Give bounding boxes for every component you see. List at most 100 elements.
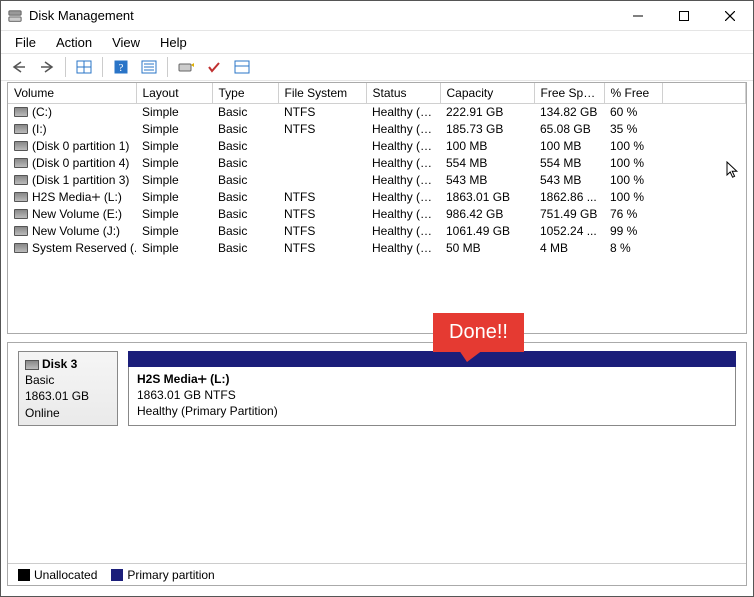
cell-pct: 100 % bbox=[604, 138, 662, 155]
cell-volume-text: H2S Media🞣 (L:) bbox=[32, 190, 122, 205]
table-row[interactable]: New Volume (J:)SimpleBasicNTFSHealthy (P… bbox=[8, 223, 746, 240]
done-callout: Done!! bbox=[433, 313, 524, 352]
window-title: Disk Management bbox=[29, 8, 615, 23]
cell-volume-text: (Disk 0 partition 1) bbox=[32, 139, 129, 153]
menu-action[interactable]: Action bbox=[46, 33, 102, 52]
forward-button[interactable] bbox=[35, 56, 59, 78]
help-button[interactable]: ? bbox=[109, 56, 133, 78]
cell-spacer bbox=[662, 121, 746, 138]
table-row[interactable]: (C:)SimpleBasicNTFSHealthy (B...222.91 G… bbox=[8, 103, 746, 121]
table-row[interactable]: (I:)SimpleBasicNTFSHealthy (P...185.73 G… bbox=[8, 121, 746, 138]
cell-status: Healthy (R... bbox=[366, 155, 440, 172]
cell-fs: NTFS bbox=[278, 189, 366, 206]
cell-spacer bbox=[662, 189, 746, 206]
cell-type: Basic bbox=[212, 223, 278, 240]
cell-free: 1862.86 ... bbox=[534, 189, 604, 206]
table-row[interactable]: New Volume (E:)SimpleBasicNTFSHealthy (P… bbox=[8, 206, 746, 223]
cell-layout: Simple bbox=[136, 103, 212, 121]
view-settings-button[interactable] bbox=[72, 56, 96, 78]
volumes-table[interactable]: Volume Layout Type File System Status Ca… bbox=[7, 82, 747, 334]
cell-free: 134.82 GB bbox=[534, 103, 604, 121]
disk-map: Disk 3 Basic 1863.01 GB Online H2S Media… bbox=[7, 342, 747, 586]
cell-pct: 35 % bbox=[604, 121, 662, 138]
cell-spacer bbox=[662, 206, 746, 223]
col-type[interactable]: Type bbox=[212, 83, 278, 103]
cell-capacity: 50 MB bbox=[440, 240, 534, 257]
cell-volume-text: New Volume (E:) bbox=[32, 207, 122, 221]
menu-view[interactable]: View bbox=[102, 33, 150, 52]
cell-type: Basic bbox=[212, 206, 278, 223]
col-volume[interactable]: Volume bbox=[8, 83, 136, 103]
cell-layout: Simple bbox=[136, 206, 212, 223]
cell-fs: NTFS bbox=[278, 121, 366, 138]
volume-icon bbox=[14, 141, 28, 151]
cell-volume-text: System Reserved (... bbox=[32, 241, 136, 255]
window-controls bbox=[615, 1, 753, 30]
volume-icon bbox=[14, 158, 28, 168]
table-row[interactable]: H2S Media🞣 (L:)SimpleBasicNTFSHealthy (P… bbox=[8, 189, 746, 206]
cell-type: Basic bbox=[212, 240, 278, 257]
titlebar: Disk Management bbox=[1, 1, 753, 31]
col-free[interactable]: Free Spa... bbox=[534, 83, 604, 103]
cell-spacer bbox=[662, 103, 746, 121]
cell-free: 1052.24 ... bbox=[534, 223, 604, 240]
commit-button[interactable] bbox=[202, 56, 226, 78]
disk-row[interactable]: Disk 3 Basic 1863.01 GB Online H2S Media… bbox=[8, 343, 746, 436]
cell-type: Basic bbox=[212, 155, 278, 172]
cell-free: 554 MB bbox=[534, 155, 604, 172]
cell-type: Basic bbox=[212, 138, 278, 155]
maximize-button[interactable] bbox=[661, 1, 707, 30]
partition-body[interactable]: H2S Media🞣 (L:) 1863.01 GB NTFS Healthy … bbox=[128, 367, 736, 426]
col-pctfree[interactable]: % Free bbox=[604, 83, 662, 103]
action-list-button[interactable] bbox=[137, 56, 161, 78]
table-row[interactable]: (Disk 0 partition 1)SimpleBasicHealthy (… bbox=[8, 138, 746, 155]
layout-options-button[interactable] bbox=[230, 56, 254, 78]
cell-volume: H2S Media🞣 (L:) bbox=[8, 189, 136, 206]
minimize-button[interactable] bbox=[615, 1, 661, 30]
cell-status: Healthy (P... bbox=[366, 206, 440, 223]
col-status[interactable]: Status bbox=[366, 83, 440, 103]
table-row[interactable]: System Reserved (...SimpleBasicNTFSHealt… bbox=[8, 240, 746, 257]
toolbar-separator bbox=[167, 57, 168, 77]
col-capacity[interactable]: Capacity bbox=[440, 83, 534, 103]
disk-size: 1863.01 GB bbox=[25, 388, 111, 404]
table-row[interactable]: (Disk 1 partition 3)SimpleBasicHealthy (… bbox=[8, 172, 746, 189]
table-header-row[interactable]: Volume Layout Type File System Status Ca… bbox=[8, 83, 746, 103]
cell-status: Healthy (P... bbox=[366, 189, 440, 206]
back-button[interactable] bbox=[7, 56, 31, 78]
partition-status: Healthy (Primary Partition) bbox=[137, 404, 278, 418]
cell-capacity: 986.42 GB bbox=[440, 206, 534, 223]
cell-capacity: 1863.01 GB bbox=[440, 189, 534, 206]
cell-pct: 100 % bbox=[604, 189, 662, 206]
menubar: File Action View Help bbox=[1, 31, 753, 53]
cell-status: Healthy (P... bbox=[366, 223, 440, 240]
cell-fs bbox=[278, 172, 366, 189]
cell-layout: Simple bbox=[136, 189, 212, 206]
cell-capacity: 100 MB bbox=[440, 138, 534, 155]
legend-unallocated-label: Unallocated bbox=[34, 568, 97, 582]
table-row[interactable]: (Disk 0 partition 4)SimpleBasicHealthy (… bbox=[8, 155, 746, 172]
cell-layout: Simple bbox=[136, 138, 212, 155]
disk-type: Basic bbox=[25, 372, 111, 388]
disk-header[interactable]: Disk 3 Basic 1863.01 GB Online bbox=[18, 351, 118, 426]
menu-help[interactable]: Help bbox=[150, 33, 197, 52]
close-button[interactable] bbox=[707, 1, 753, 30]
cell-capacity: 543 MB bbox=[440, 172, 534, 189]
col-fs[interactable]: File System bbox=[278, 83, 366, 103]
cell-spacer bbox=[662, 240, 746, 257]
cell-type: Basic bbox=[212, 121, 278, 138]
legend-unallocated: Unallocated bbox=[18, 568, 97, 582]
cell-capacity: 1061.49 GB bbox=[440, 223, 534, 240]
cell-volume: (Disk 1 partition 3) bbox=[8, 172, 136, 189]
cell-capacity: 185.73 GB bbox=[440, 121, 534, 138]
refresh-devices-button[interactable] bbox=[174, 56, 198, 78]
cell-pct: 8 % bbox=[604, 240, 662, 257]
app-icon bbox=[7, 8, 23, 24]
menu-file[interactable]: File bbox=[5, 33, 46, 52]
cell-type: Basic bbox=[212, 172, 278, 189]
cell-spacer bbox=[662, 155, 746, 172]
col-layout[interactable]: Layout bbox=[136, 83, 212, 103]
disk-partition[interactable]: H2S Media🞣 (L:) 1863.01 GB NTFS Healthy … bbox=[128, 351, 736, 426]
disk-name: Disk 3 bbox=[42, 357, 77, 371]
svg-text:?: ? bbox=[119, 62, 124, 74]
